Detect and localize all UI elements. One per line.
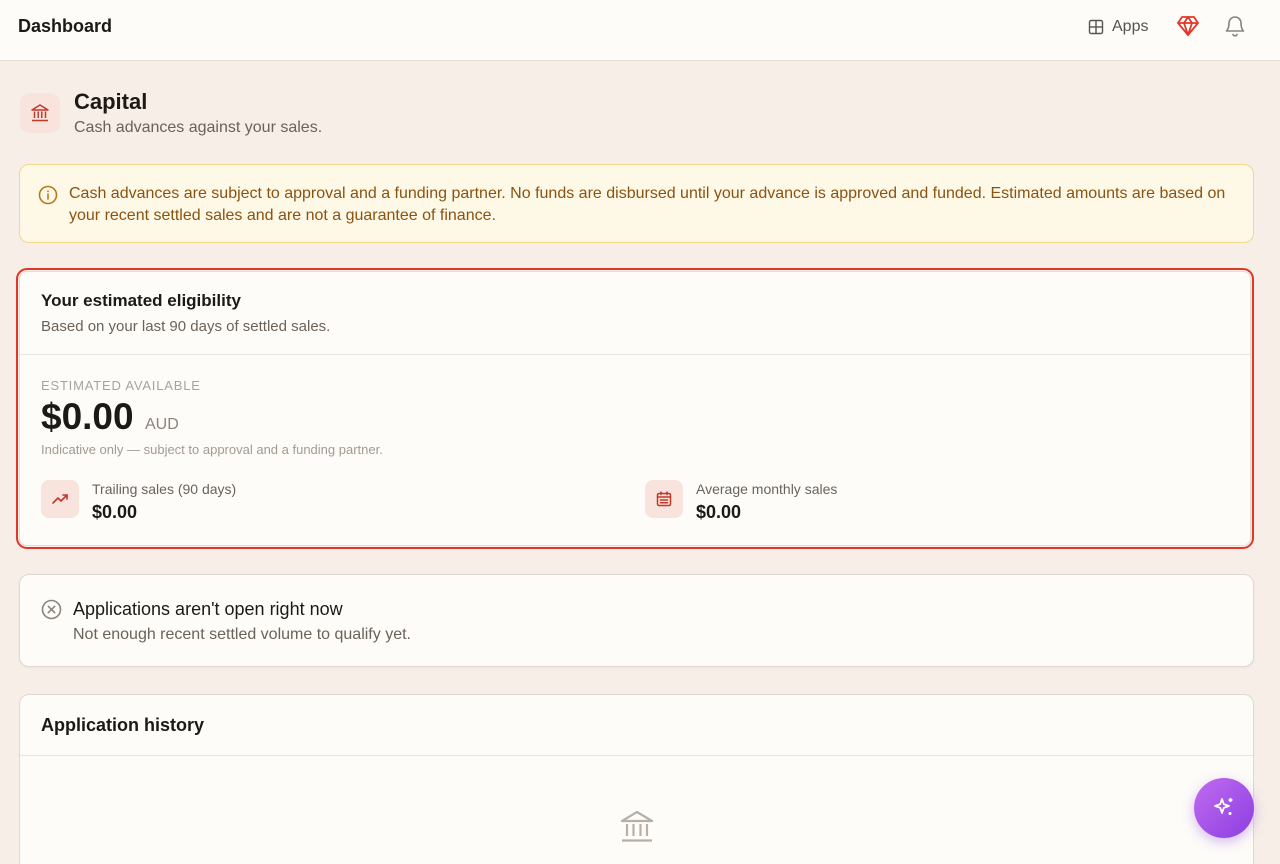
- grid-icon: [1088, 19, 1104, 35]
- gem-icon[interactable]: [1176, 14, 1200, 38]
- trailing-sales-label: Trailing sales (90 days): [92, 481, 237, 497]
- status-subtitle: Not enough recent settled volume to qual…: [73, 626, 411, 643]
- sparkles-icon: [1214, 798, 1233, 815]
- divider: [20, 354, 1250, 355]
- bell-icon[interactable]: [1224, 14, 1246, 38]
- x-circle-icon: [41, 599, 62, 620]
- top-bar: Dashboard Apps: [0, 0, 1280, 61]
- page-subtitle: Cash advances against your sales.: [74, 119, 323, 136]
- average-monthly-sales-value: $0.00: [696, 502, 742, 522]
- eligibility-card: Your estimated eligibility Based on your…: [16, 268, 1254, 549]
- bank-icon: [620, 810, 654, 842]
- apps-button[interactable]: Apps: [1088, 16, 1148, 38]
- applications-status-card: Applications aren't open right now Not e…: [19, 574, 1254, 667]
- average-monthly-sales-label: Average monthly sales: [696, 481, 838, 497]
- page-title: Capital: [74, 89, 148, 114]
- bank-icon: [20, 93, 60, 133]
- eligibility-subtitle: Based on your last 90 days of settled sa…: [41, 318, 331, 335]
- trending-up-icon: [41, 480, 79, 518]
- calendar-icon: [645, 480, 683, 518]
- estimated-amount: $0.00: [41, 396, 134, 437]
- history-title: Application history: [41, 715, 205, 735]
- status-title: Applications aren't open right now: [73, 599, 343, 619]
- currency-label: AUD: [145, 416, 179, 433]
- indicative-note: Indicative only — subject to approval an…: [41, 442, 383, 457]
- info-notice: Cash advances are subject to approval an…: [19, 164, 1254, 243]
- eligibility-title: Your estimated eligibility: [41, 291, 241, 310]
- notice-text: Cash advances are subject to approval an…: [69, 185, 1226, 224]
- trailing-sales-value: $0.00: [92, 502, 138, 522]
- apps-label: Apps: [1112, 18, 1149, 35]
- divider: [20, 755, 1253, 756]
- ai-assistant-button[interactable]: [1194, 778, 1254, 838]
- page-header-title: Dashboard: [18, 16, 113, 36]
- application-history-card: Application history: [19, 694, 1254, 864]
- info-icon: [38, 185, 58, 205]
- estimated-available-label: ESTIMATED AVAILABLE: [41, 378, 201, 393]
